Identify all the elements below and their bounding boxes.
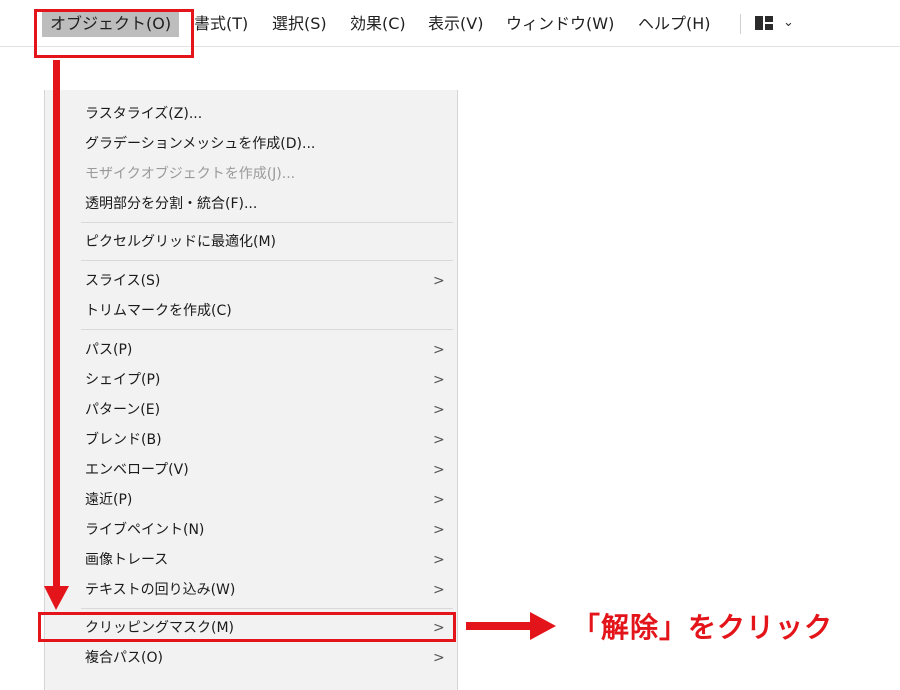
arrow-right-head <box>530 612 556 640</box>
arrow-down-head <box>44 586 69 610</box>
arrow-down-shaft <box>53 60 60 590</box>
arrow-right-shaft <box>466 622 532 630</box>
annotation-click-release: 「解除」をクリック <box>572 611 834 644</box>
annotation-arrows <box>44 60 556 640</box>
